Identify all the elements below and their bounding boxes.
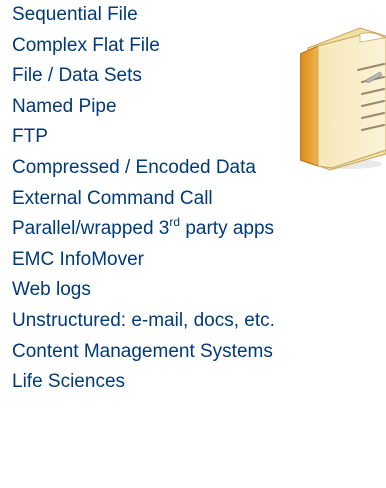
list-item: Complex Flat File [12, 34, 160, 56]
list-item: Sequential File [12, 4, 138, 25]
data-source-list: Sequential File Complex Flat File File /… [12, 0, 275, 398]
list-item: Parallel/wrapped 3rd party apps [12, 214, 275, 240]
list-item: FTP [12, 126, 48, 148]
list-item: EMC InfoMover [12, 248, 144, 270]
page: Sequential File Complex Flat File File /… [0, 0, 386, 488]
list-item: Unstructured: e-mail, docs, etc. [12, 309, 275, 331]
list-item: Life Sciences [12, 371, 126, 393]
list-item: Content Management Systems [12, 340, 273, 362]
list-item: File / Data Sets [12, 65, 142, 87]
list-item: Named Pipe [12, 95, 117, 117]
list-item: Web logs [12, 279, 91, 301]
list-item: Compressed / Encoded Data [12, 156, 256, 178]
superscript: rd [169, 214, 181, 229]
document-icon [300, 27, 386, 171]
list-item: External Command Call [12, 187, 213, 209]
